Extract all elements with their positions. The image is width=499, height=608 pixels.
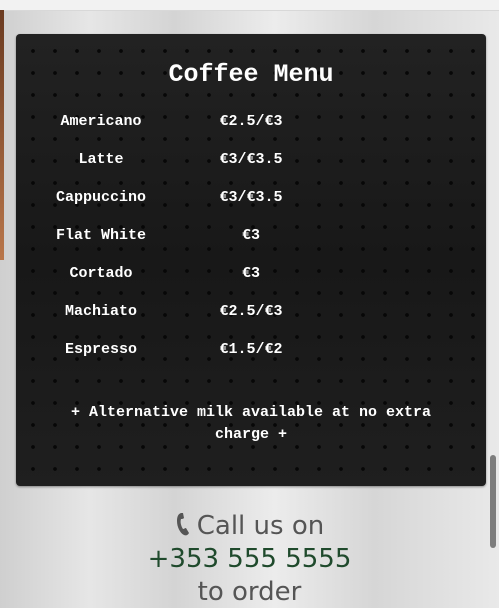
phone-icon <box>176 513 189 536</box>
menu-item-name: Espresso <box>64 341 137 358</box>
order-text: to order <box>197 577 302 607</box>
menu-item-price: €2.5/€3 <box>219 113 283 130</box>
menu-item: Americano €2.5/€3 <box>16 112 486 150</box>
menu-item-price: €2.5/€3 <box>219 303 283 320</box>
menu-item-name: Cappuccino <box>55 189 146 206</box>
background-edge <box>0 10 4 260</box>
menu-item-name: Latte <box>78 151 124 168</box>
call-us-text: Call us on <box>196 511 325 541</box>
alternative-milk-note: + Alternative milk available at no extra… <box>70 404 432 443</box>
page-scrollbar[interactable] <box>488 0 499 608</box>
menu-item-name: Flat White <box>55 227 146 244</box>
menu-item: Flat White €3 <box>16 226 486 264</box>
menu-item-name: Americano <box>60 113 142 130</box>
menu-title: Coffee Menu <box>168 60 334 89</box>
phone-number-link[interactable]: +353 555 5555 <box>0 543 499 576</box>
menu-item-name: Cortado <box>69 265 133 282</box>
menu-item: Cappuccino €3/€3.5 <box>16 188 486 226</box>
menu-item: Latte €3/€3.5 <box>16 150 486 188</box>
menu-list: Americano €2.5/€3 Latte €3/€3.5 Cappucci… <box>16 112 486 378</box>
menu-item-price: €1.5/€2 <box>219 341 283 358</box>
coffee-menu-board: Coffee Menu Americano €2.5/€3 Latte €3/€… <box>16 34 486 486</box>
menu-item: Cortado €3 <box>16 264 486 302</box>
contact-block: Call us on +353 555 5555 to order <box>0 510 499 608</box>
call-line: Call us on <box>0 510 499 543</box>
top-strip <box>0 0 499 11</box>
menu-item-price: €3/€3.5 <box>219 151 283 168</box>
menu-item: Machiato €2.5/€3 <box>16 302 486 340</box>
menu-item-price: €3/€3.5 <box>219 189 283 206</box>
menu-item-name: Machiato <box>64 303 137 320</box>
menu-item-price: €3 <box>241 265 260 282</box>
menu-item-price: €3 <box>241 227 260 244</box>
menu-item: Espresso €1.5/€2 <box>16 340 486 378</box>
scrollbar-thumb[interactable] <box>490 455 496 548</box>
